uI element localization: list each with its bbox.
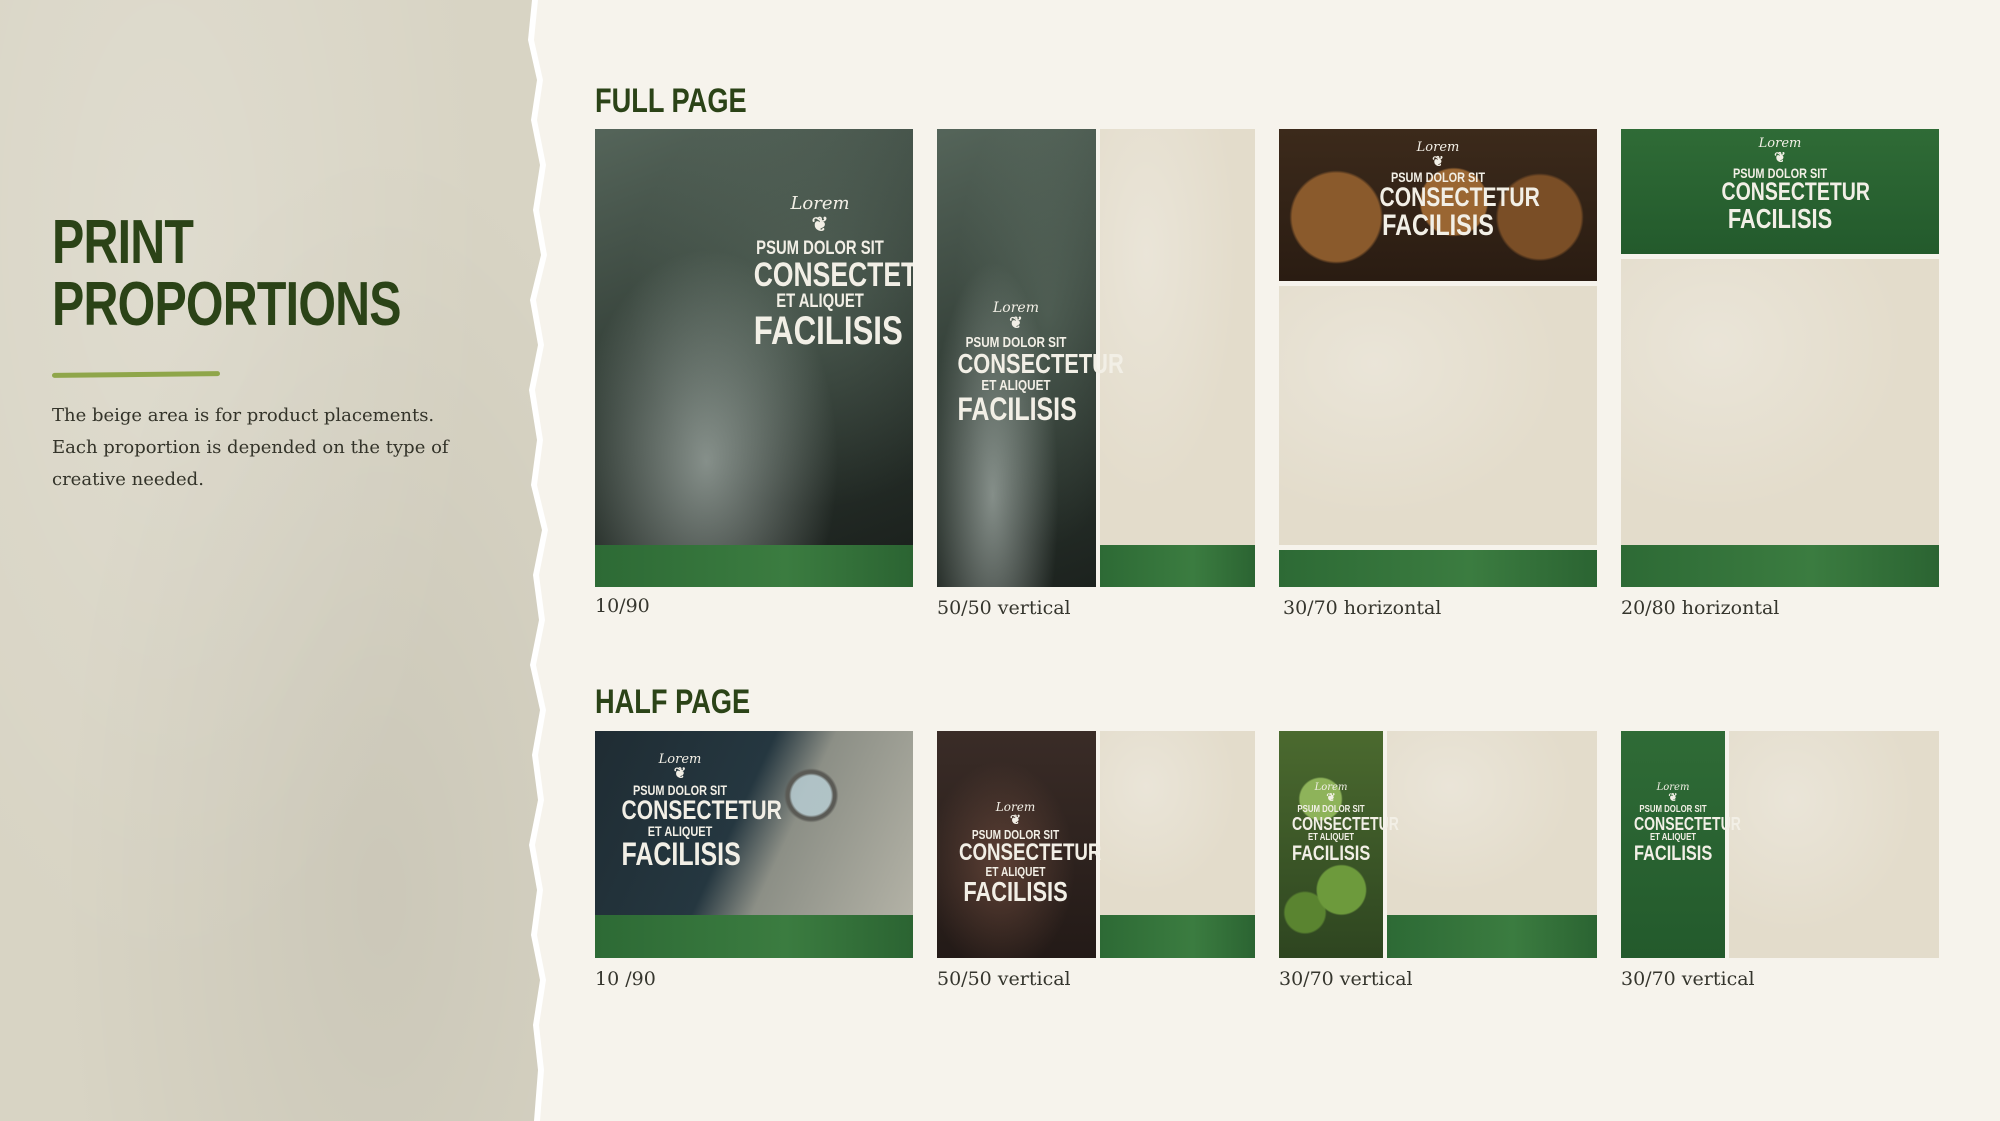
grape-cluster-icon: ❦ bbox=[1009, 315, 1023, 332]
caption-full-50-50: 50/50 vertical bbox=[937, 597, 1071, 619]
grape-cluster-icon: ❦ bbox=[1326, 792, 1336, 804]
green-bar bbox=[1621, 545, 1939, 587]
lockup-line4: FACILISIS bbox=[1382, 209, 1494, 242]
page-title-line1: PRINT bbox=[52, 208, 194, 277]
page-description: The beige area is for product placements… bbox=[52, 405, 449, 490]
lockup-line4: FACILISIS bbox=[957, 391, 1077, 427]
beige-product-area bbox=[1279, 281, 1597, 545]
headline-lockup: Lorem ❦ PSUM DOLOR SIT CONSECTETUR ET AL… bbox=[1281, 783, 1399, 865]
section-title-half-page: HALF PAGE bbox=[595, 683, 751, 721]
half-page-card-10-90: Lorem ❦ PSUM DOLOR SIT CONSECTETUR ET AL… bbox=[595, 731, 913, 958]
grape-cluster-icon: ❦ bbox=[1432, 153, 1444, 169]
beige-product-area bbox=[1725, 731, 1939, 958]
caption-half-30-70-a: 30/70 vertical bbox=[1279, 968, 1413, 990]
grape-cluster-icon: ❦ bbox=[811, 214, 829, 236]
green-bar bbox=[595, 545, 913, 587]
green-bar bbox=[1096, 545, 1255, 587]
lockup-line2: CONSECTETUR bbox=[1634, 814, 1741, 834]
headline-lockup: Lorem ❦ PSUM DOLOR SIT CONSECTETUR FACIL… bbox=[1363, 141, 1540, 242]
full-page-card-30-70-horizontal: Lorem ❦ PSUM DOLOR SIT CONSECTETUR FACIL… bbox=[1279, 129, 1597, 587]
green-bar bbox=[1383, 915, 1597, 958]
beige-product-area bbox=[1096, 731, 1255, 915]
headline-lockup: Lorem ❦ PSUM DOLOR SIT CONSECTETUR ET AL… bbox=[941, 300, 1124, 427]
headline-lockup: Lorem ❦ PSUM DOLOR SIT CONSECTETUR ET AL… bbox=[735, 193, 913, 353]
lockup-line2: CONSECTETUR bbox=[1292, 814, 1399, 834]
headline-lockup: Lorem ❦ PSUM DOLOR SIT CONSECTETUR FACIL… bbox=[1705, 137, 1870, 234]
grape-cluster-icon: ❦ bbox=[673, 765, 687, 782]
caption-full-30-70: 30/70 horizontal bbox=[1283, 597, 1442, 619]
caption-full-10-90: 10/90 bbox=[595, 595, 650, 617]
caption-full-20-80: 20/80 horizontal bbox=[1621, 597, 1780, 619]
lockup-line4: FACILISIS bbox=[621, 836, 741, 872]
green-bar bbox=[595, 915, 913, 958]
lockup-line2: CONSECTETUR bbox=[958, 839, 1102, 866]
full-page-card-50-50-vertical: Lorem ❦ PSUM DOLOR SIT CONSECTETUR ET AL… bbox=[937, 129, 1255, 587]
lockup-line4: FACILISIS bbox=[753, 309, 903, 353]
lockup-line4: FACILISIS bbox=[1727, 203, 1833, 234]
beige-product-area bbox=[1096, 129, 1255, 545]
headline-lockup: Lorem ❦ PSUM DOLOR SIT CONSECTETUR ET AL… bbox=[943, 801, 1102, 907]
half-page-card-30-70-vertical-photo: Lorem ❦ PSUM DOLOR SIT CONSECTETUR ET AL… bbox=[1279, 731, 1597, 958]
half-page-card-30-70-vertical-green: Lorem ❦ PSUM DOLOR SIT CONSECTETUR ET AL… bbox=[1621, 731, 1939, 958]
page-title-line2: PROPORTIONS bbox=[52, 270, 402, 339]
green-bar bbox=[1279, 545, 1597, 587]
lockup-line4: FACILISIS bbox=[1292, 842, 1371, 865]
full-page-card-20-80-horizontal: Lorem ❦ PSUM DOLOR SIT CONSECTETUR FACIL… bbox=[1621, 129, 1939, 587]
full-page-card-10-90: Lorem ❦ PSUM DOLOR SIT CONSECTETUR ET AL… bbox=[595, 129, 913, 587]
left-paper-panel: PRINT PROPORTIONS The beige area is for … bbox=[0, 0, 542, 1121]
grape-cluster-icon: ❦ bbox=[1774, 149, 1786, 165]
caption-half-10-90: 10 /90 bbox=[595, 968, 656, 990]
lockup-line4: FACILISIS bbox=[1634, 842, 1713, 865]
caption-half-30-70-b: 30/70 vertical bbox=[1621, 968, 1755, 990]
lockup-line2: CONSECTETUR bbox=[1379, 182, 1540, 212]
beige-product-area bbox=[1621, 254, 1939, 545]
lockup-script: Lorem bbox=[790, 193, 850, 214]
lockup-line4: FACILISIS bbox=[963, 876, 1068, 907]
lockup-line2: CONSECTETUR bbox=[957, 348, 1124, 379]
lockup-script: Lorem bbox=[993, 300, 1039, 316]
section-title-full-page: FULL PAGE bbox=[595, 82, 747, 120]
grape-cluster-icon: ❦ bbox=[1668, 792, 1678, 804]
lockup-line2: CONSECTETUR bbox=[753, 256, 913, 294]
beige-product-area bbox=[1383, 731, 1597, 915]
lockup-line2: CONSECTETUR bbox=[621, 795, 782, 825]
headline-lockup: Lorem ❦ PSUM DOLOR SIT CONSECTETUR ET AL… bbox=[605, 753, 782, 872]
half-page-card-50-50-vertical: Lorem ❦ PSUM DOLOR SIT CONSECTETUR ET AL… bbox=[937, 731, 1255, 958]
green-bar bbox=[1096, 915, 1255, 958]
grape-cluster-icon: ❦ bbox=[1010, 812, 1021, 827]
caption-half-50-50: 50/50 vertical bbox=[937, 968, 1071, 990]
headline-lockup: Lorem ❦ PSUM DOLOR SIT CONSECTETUR ET AL… bbox=[1623, 783, 1741, 865]
lockup-line2: CONSECTETUR bbox=[1721, 178, 1870, 206]
title-underline bbox=[51, 371, 221, 378]
page-title: PRINT PROPORTIONS bbox=[52, 208, 402, 339]
